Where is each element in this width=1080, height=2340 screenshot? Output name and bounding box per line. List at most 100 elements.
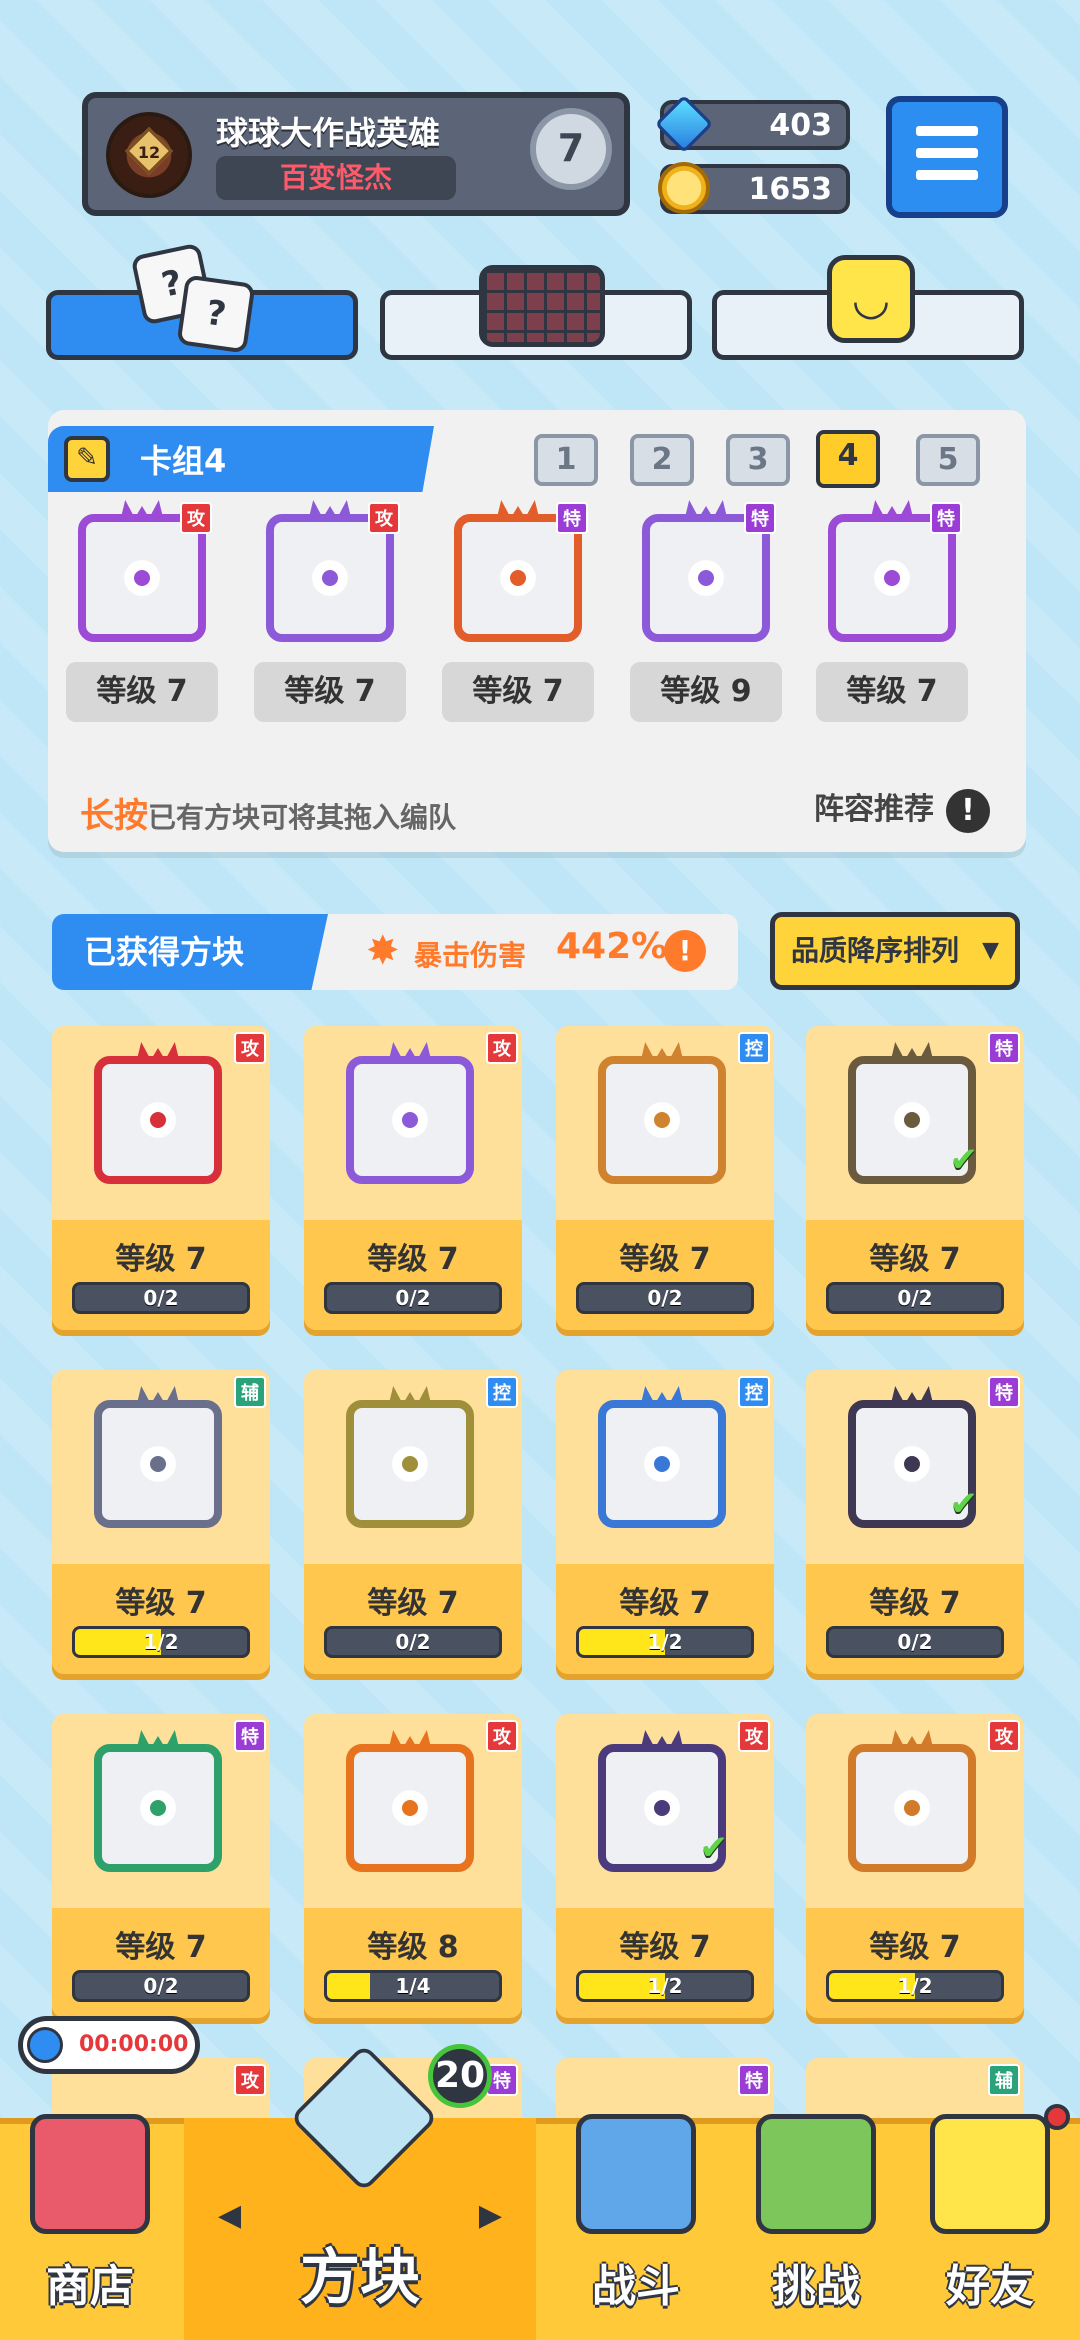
deck-card[interactable]: 特等级 9 bbox=[630, 500, 782, 722]
owned-block-card[interactable]: 特等级 7 0/2 bbox=[52, 1714, 270, 2018]
crit-value: 442% bbox=[556, 926, 668, 967]
crit-info-icon[interactable]: ! bbox=[664, 930, 706, 972]
owned-header: 已获得方块 ✸ 暴击伤害 442% ! bbox=[52, 914, 738, 990]
progress-text: 0/2 bbox=[395, 1286, 431, 1310]
arrow-left-icon[interactable]: ◀ bbox=[218, 2198, 241, 2233]
owned-block-card[interactable]: 控等级 7 0/2 bbox=[556, 1026, 774, 1330]
deck-tab-1[interactable]: 1 bbox=[534, 434, 598, 486]
upgrade-progress-bar: 1/2 bbox=[576, 1970, 754, 2002]
menu-icon bbox=[916, 126, 978, 136]
menu-icon-bar bbox=[916, 170, 978, 180]
info-icon: ! bbox=[946, 788, 990, 833]
owned-block-card[interactable]: ✔ 特等级 7 0/2 bbox=[806, 1026, 1024, 1330]
type-tag: 攻 bbox=[486, 1720, 518, 1752]
pencil-icon[interactable]: ✎ bbox=[64, 436, 110, 482]
player-title: 百变怪杰 bbox=[216, 156, 456, 200]
owned-block-card[interactable]: ✔ 攻等级 7 1/2 bbox=[556, 1714, 774, 2018]
block-core-icon bbox=[146, 1796, 170, 1820]
deck-card[interactable]: 攻等级 7 bbox=[66, 500, 218, 722]
deck-panel: ✎ 卡组4 1 2 3 4 5 攻等级 7 攻等级 7 特等级 7 特等级 9 特等级 … bbox=[48, 410, 1026, 852]
owned-block-card[interactable]: 攻等级 7 1/2 bbox=[806, 1714, 1024, 2018]
block-icon bbox=[336, 1386, 484, 1534]
notification-dot bbox=[1044, 2104, 1070, 2130]
deck-card[interactable]: 特等级 7 bbox=[816, 500, 968, 722]
equipped-check-icon: ✔ bbox=[949, 1140, 979, 1180]
owned-block-card[interactable]: 攻等级 8 1/4 bbox=[304, 1714, 522, 2018]
block-core-icon bbox=[398, 1108, 422, 1132]
nav-battle[interactable]: 战斗 bbox=[546, 2114, 726, 2340]
progress-text: 0/2 bbox=[897, 1630, 933, 1654]
sort-dropdown[interactable]: 品质降序排列 ▼ bbox=[770, 912, 1020, 990]
progress-text: 1/4 bbox=[395, 1974, 431, 1998]
rank-badge[interactable]: 7 bbox=[530, 108, 612, 190]
player-name: 球球大作战英雄 bbox=[216, 114, 441, 152]
type-tag: 攻 bbox=[738, 1720, 770, 1752]
tab-emotes[interactable]: ◡ bbox=[712, 255, 1024, 360]
type-tag: 攻 bbox=[988, 1720, 1020, 1752]
type-tag: 特 bbox=[234, 1720, 266, 1752]
deck-header[interactable]: ✎ 卡组4 bbox=[48, 426, 434, 492]
upgrade-progress-bar: 1/2 bbox=[72, 1626, 250, 1658]
block-level: 等级 7 bbox=[619, 1930, 711, 1965]
avatar[interactable]: 12 bbox=[106, 112, 192, 198]
arrow-right-icon[interactable]: ▶ bbox=[479, 2198, 502, 2233]
owned-block-card[interactable]: 控等级 7 0/2 bbox=[304, 1370, 522, 1674]
nav-challenge[interactable]: 挑战 bbox=[726, 2114, 906, 2340]
owned-block-card[interactable]: 攻等级 7 0/2 bbox=[304, 1026, 522, 1330]
block-icon bbox=[84, 1730, 232, 1878]
upgrade-progress-bar: 0/2 bbox=[826, 1282, 1004, 1314]
type-tag: 特 bbox=[930, 502, 962, 534]
tab-board[interactable] bbox=[380, 265, 692, 360]
type-tag: 控 bbox=[486, 1376, 518, 1408]
type-tag: 攻 bbox=[486, 1032, 518, 1064]
deck-tab-5[interactable]: 5 bbox=[916, 434, 980, 486]
level-pill: 等级 7 bbox=[66, 662, 218, 722]
level-pill: 等级 7 bbox=[254, 662, 406, 722]
equipped-check-icon: ✔ bbox=[699, 1828, 729, 1868]
type-tag: 特 bbox=[988, 1376, 1020, 1408]
deck-card[interactable]: 攻等级 7 bbox=[254, 500, 406, 722]
block-core-icon bbox=[650, 1452, 674, 1476]
deck-tab-2[interactable]: 2 bbox=[630, 434, 694, 486]
block-level: 等级 7 bbox=[367, 1586, 459, 1621]
block-core-icon bbox=[900, 1452, 924, 1476]
equipped-check-icon: ✔ bbox=[949, 1484, 979, 1524]
nav-blocks[interactable]: ◀ ▶ 20 方块 bbox=[184, 2043, 536, 2340]
deck-tab-3[interactable]: 3 bbox=[726, 434, 790, 486]
bottom-nav: 商店 ◀ ▶ 20 方块 战斗 挑战 好友 bbox=[0, 2043, 1080, 2340]
type-tag: 特 bbox=[744, 502, 776, 534]
owned-block-card[interactable]: 控等级 7 1/2 bbox=[556, 1370, 774, 1674]
nav-friends-label: 好友 bbox=[946, 2261, 1034, 2312]
crit-label: 暴击伤害 bbox=[414, 939, 527, 972]
block-core-icon bbox=[398, 1796, 422, 1820]
shield-sword-icon bbox=[576, 2114, 696, 2234]
block-level: 等级 7 bbox=[869, 1242, 961, 1277]
upgrade-progress-bar: 0/2 bbox=[576, 1282, 754, 1314]
owned-block-card[interactable]: 攻等级 7 0/2 bbox=[52, 1026, 270, 1330]
nav-shop[interactable]: 商店 bbox=[0, 2114, 180, 2340]
coin-icon bbox=[658, 162, 710, 214]
progress-text: 0/2 bbox=[647, 1286, 683, 1310]
block-core-icon bbox=[398, 1452, 422, 1476]
nav-friends[interactable]: 好友 bbox=[900, 2104, 1080, 2340]
deck-tab-4[interactable]: 4 bbox=[816, 430, 880, 488]
profile-panel[interactable]: 12 球球大作战英雄 百变怪杰 7 bbox=[82, 92, 630, 216]
deck-card[interactable]: 特等级 7 bbox=[442, 500, 594, 722]
lineup-recommend-button[interactable]: 阵容推荐! bbox=[814, 784, 990, 833]
upgrade-progress-bar: 1/2 bbox=[826, 1970, 1004, 2002]
owned-block-card[interactable]: ✔ 特等级 7 0/2 bbox=[806, 1370, 1024, 1674]
menu-button[interactable] bbox=[886, 96, 1008, 218]
menu-icon-bar bbox=[916, 148, 978, 158]
hint-text: 已有方块可将其拖入编队 bbox=[148, 801, 457, 834]
block-core-icon bbox=[146, 1452, 170, 1476]
block-core-icon bbox=[130, 566, 154, 590]
coin-counter[interactable]: 1653 bbox=[658, 162, 850, 214]
recommend-label: 阵容推荐 bbox=[814, 792, 934, 827]
block-icon bbox=[336, 1042, 484, 1190]
tab-blocks[interactable]: ? ? bbox=[46, 242, 358, 360]
owned-title: 已获得方块 bbox=[52, 914, 328, 990]
upgrade-progress-bar: 0/2 bbox=[826, 1626, 1004, 1658]
block-level: 等级 7 bbox=[115, 1930, 207, 1965]
owned-block-card[interactable]: 辅等级 7 1/2 bbox=[52, 1370, 270, 1674]
gem-counter[interactable]: 403 bbox=[654, 94, 850, 154]
